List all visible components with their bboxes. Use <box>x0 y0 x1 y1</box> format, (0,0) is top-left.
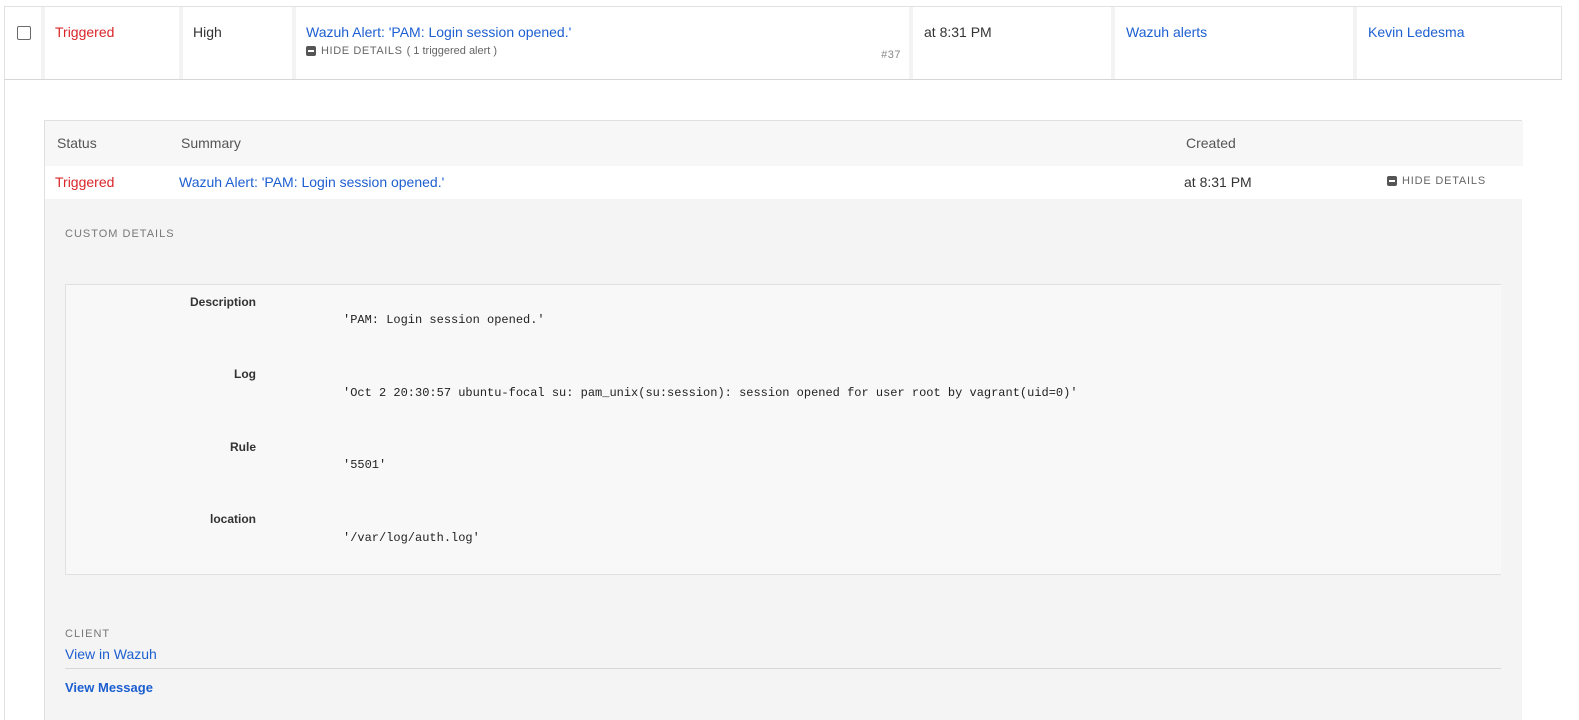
field-key-log: Log <box>234 367 256 381</box>
view-message-link[interactable]: View Message <box>65 680 153 695</box>
alert-status: Triggered <box>55 174 115 190</box>
header-status: Status <box>57 135 97 151</box>
incident-row[interactable]: Triggered High Wazuh Alert: 'PAM: Login … <box>4 6 1562 80</box>
assignee-link[interactable]: Kevin Ledesma <box>1368 24 1465 40</box>
divider <box>65 668 1501 669</box>
client-label: CLIENT <box>65 628 111 640</box>
service-cell: Wazuh alerts <box>1115 7 1353 79</box>
assignee-cell: Kevin Ledesma <box>1357 7 1561 79</box>
incident-urgency[interactable]: High <box>193 24 222 40</box>
status-cell: Triggered <box>45 7 179 79</box>
select-cell <box>5 7 41 79</box>
alert-hide-details-label: HIDE DETAILS <box>1402 175 1486 187</box>
hide-details-label: HIDE DETAILS <box>321 45 403 57</box>
field-key-description: Description <box>189 295 256 309</box>
alert-summary-link[interactable]: Wazuh Alert: 'PAM: Login session opened.… <box>179 174 444 190</box>
field-value-log: 'Oct 2 20:30:57 ubuntu-focal su: pam_uni… <box>343 386 1078 400</box>
field-key-location: location <box>209 512 256 526</box>
details-region-border <box>4 80 5 720</box>
title-cell: Wazuh Alert: 'PAM: Login session opened.… <box>296 7 909 79</box>
field-value-rule: '5501' <box>343 458 387 472</box>
view-in-wazuh-link[interactable]: View in Wazuh <box>65 646 157 662</box>
header-created: Created <box>1186 135 1236 151</box>
incident-number: #37 <box>881 49 901 61</box>
hide-details-toggle[interactable]: HIDE DETAILS ( 1 triggered alert ) <box>306 45 497 57</box>
service-link[interactable]: Wazuh alerts <box>1126 24 1207 40</box>
urgency-cell: High <box>183 7 292 79</box>
alerts-table-header: Status Summary Created <box>45 121 1523 166</box>
triggered-alert-count: ( 1 triggered alert ) <box>406 45 498 57</box>
alerts-panel: Status Summary Created Triggered Wazuh A… <box>44 120 1523 720</box>
collapse-icon <box>306 46 316 56</box>
header-summary: Summary <box>181 135 241 151</box>
custom-details-box: Description 'PAM: Login session opened.'… <box>65 284 1501 575</box>
collapse-icon <box>1387 176 1397 186</box>
field-value-description: 'PAM: Login session opened.' <box>343 313 545 327</box>
incident-status[interactable]: Triggered <box>55 24 114 40</box>
field-value-location: '/var/log/auth.log' <box>343 531 480 545</box>
alert-hide-details-toggle[interactable]: HIDE DETAILS <box>1387 175 1486 187</box>
custom-details-label: CUSTOM DETAILS <box>65 228 175 240</box>
select-checkbox[interactable] <box>17 26 31 40</box>
field-key-rule: Rule <box>229 440 256 454</box>
alert-row[interactable]: Triggered Wazuh Alert: 'PAM: Login sessi… <box>45 166 1523 199</box>
incident-title-link[interactable]: Wazuh Alert: 'PAM: Login session opened.… <box>306 24 571 40</box>
incident-created: at 8:31 PM <box>924 24 992 40</box>
created-cell: at 8:31 PM <box>913 7 1111 79</box>
alert-created: at 8:31 PM <box>1184 174 1252 190</box>
